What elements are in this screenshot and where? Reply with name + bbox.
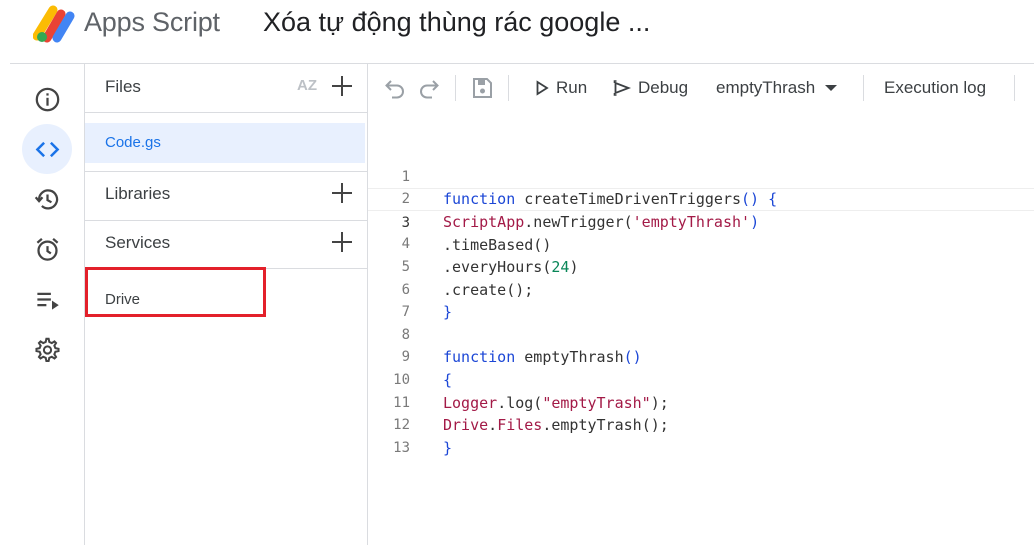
editor-toolbar: Run Debug emptyThrash Execution log: [368, 64, 1034, 112]
debug-label: Debug: [638, 78, 689, 97]
debug-icon: [613, 80, 632, 96]
add-file-icon[interactable]: [330, 74, 354, 98]
function-select-value: emptyThrash: [716, 78, 816, 97]
run-label: Run: [556, 78, 588, 97]
sort-az-icon[interactable]: AZ: [297, 78, 317, 94]
divider: [455, 75, 456, 101]
divider: [85, 112, 367, 113]
redo-icon[interactable]: [417, 76, 441, 100]
add-library-icon[interactable]: [330, 181, 354, 205]
debug-button[interactable]: Debug: [612, 74, 688, 102]
divider: [85, 268, 367, 269]
overview-button[interactable]: [22, 74, 72, 124]
files-title: Files: [105, 77, 141, 96]
play-icon: [536, 80, 549, 96]
service-name: Drive: [105, 291, 141, 308]
code-line[interactable]: 10 Logger.log("emptyTrash");: [368, 346, 1034, 412]
save-icon[interactable]: [470, 76, 494, 100]
executions-icon: [36, 292, 59, 310]
alarm-icon: [36, 237, 58, 261]
history-icon: [34, 188, 58, 209]
line-number: 13: [393, 439, 410, 456]
divider: [508, 75, 509, 101]
triggers-button[interactable]: [22, 224, 72, 274]
divider: [863, 75, 864, 101]
code-line[interactable]: 2 ScriptApp.newTrigger('emptyThrash'): [368, 166, 1034, 231]
undo-icon[interactable]: [383, 76, 407, 100]
run-button[interactable]: Run: [534, 74, 587, 102]
project-history-button[interactable]: [22, 174, 72, 224]
code-text: }: [443, 438, 453, 457]
file-item-code-gs[interactable]: Code.gs: [85, 123, 365, 163]
libraries-title: Libraries: [105, 184, 171, 203]
add-service-icon[interactable]: [330, 230, 354, 254]
code-line[interactable]: 4 .everyHours(24): [368, 211, 1034, 276]
code-line[interactable]: 5 .create();: [368, 233, 1034, 299]
function-select[interactable]: emptyThrash: [716, 74, 841, 102]
code-editor[interactable]: 1 function createTimeDrivenTriggers() { …: [368, 112, 1034, 545]
executions-button[interactable]: [22, 274, 72, 324]
dropdown-arrow-icon: [825, 85, 838, 91]
libraries-section-header: Libraries: [85, 171, 367, 219]
code-line[interactable]: 13: [368, 414, 1034, 456]
service-item-drive[interactable]: Drive: [85, 278, 367, 318]
apps-script-logo-icon[interactable]: [32, 4, 77, 44]
code-line[interactable]: 9 {: [368, 324, 1034, 389]
file-name: Code.gs: [105, 134, 161, 151]
files-panel: Files AZ Code.gs Libraries Services Driv…: [85, 64, 368, 545]
execution-log-button[interactable]: Execution log: [884, 74, 986, 102]
code-icon: [35, 141, 59, 157]
code-line[interactable]: 11 Drive.Files.emptyTrash();: [368, 369, 1034, 435]
sort-label: AZ: [297, 77, 317, 94]
gear-icon: [34, 337, 60, 362]
app-name[interactable]: Apps Script: [84, 7, 220, 38]
code-line[interactable]: 12 }: [368, 392, 1034, 457]
info-icon: [35, 87, 59, 111]
left-nav-rail: [10, 64, 85, 545]
editor-button[interactable]: [22, 124, 72, 174]
code-line[interactable]: 6 }: [368, 256, 1034, 322]
files-section-header: Files AZ: [85, 64, 367, 112]
execution-log-label: Execution log: [884, 78, 987, 97]
divider: [1014, 75, 1015, 101]
code-line[interactable]: 7: [368, 279, 1034, 320]
project-settings-button[interactable]: [22, 324, 72, 374]
code-line[interactable]: 8 function emptyThrash(): [368, 301, 1034, 367]
app-header: Apps Script Xóa tự động thùng rác google…: [0, 0, 1034, 64]
services-section-header: Services: [85, 220, 367, 268]
project-title[interactable]: Xóa tự động thùng rác google ...: [263, 7, 650, 38]
services-title: Services: [105, 233, 171, 252]
code-line[interactable]: 1 function createTimeDrivenTriggers() {: [368, 143, 1034, 209]
code-line-current[interactable]: 3 .timeBased(): [368, 188, 1034, 254]
